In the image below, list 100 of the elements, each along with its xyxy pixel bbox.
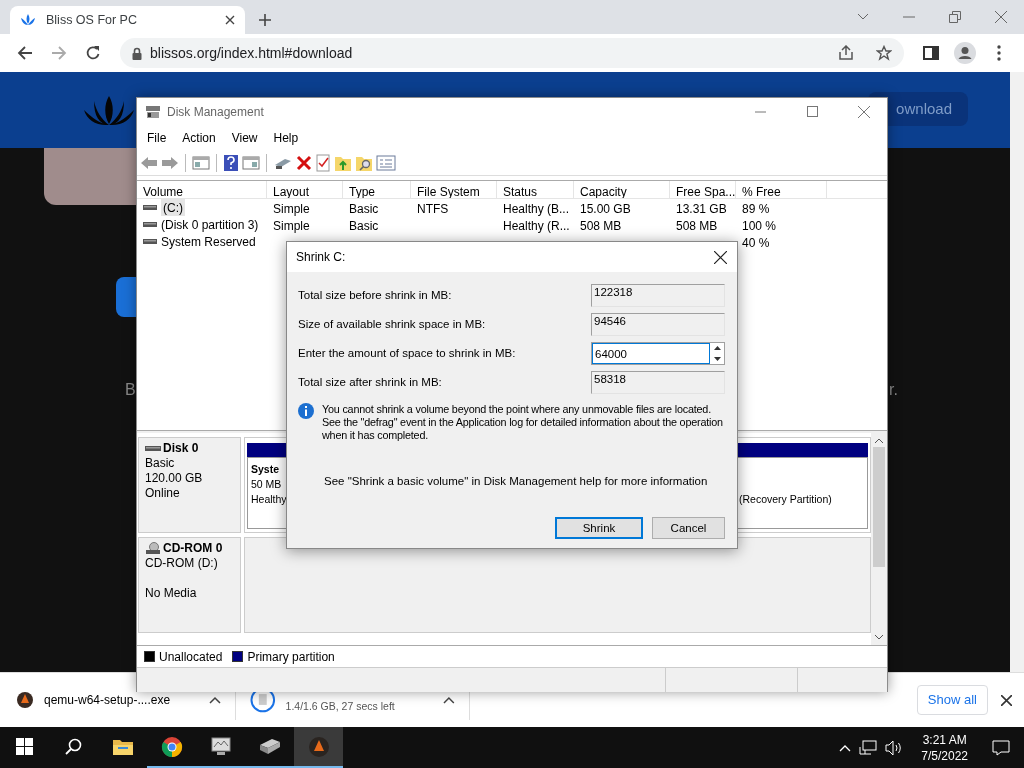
table-cell[interactable]: (C:) — [161, 199, 185, 216]
value-field: 94546 — [591, 313, 725, 336]
disk-label[interactable]: CD-ROM 0 CD-ROM (D:) No Media — [138, 537, 241, 633]
drive-icon — [257, 736, 282, 757]
menu-item[interactable]: Help — [265, 128, 307, 147]
restore-icon — [949, 11, 961, 23]
help-icon[interactable] — [223, 153, 239, 172]
table-cell: 89 % — [742, 202, 770, 216]
menu-item[interactable]: Action — [174, 128, 224, 147]
table-cell[interactable]: (Disk 0 partition 3) — [161, 216, 259, 233]
table-cell: 100 % — [742, 219, 777, 233]
scrollbar[interactable] — [1010, 72, 1024, 672]
network-icon[interactable] — [859, 739, 878, 756]
drive-icon — [143, 203, 157, 212]
show-all-button[interactable]: Show all — [916, 685, 988, 715]
maximize-icon — [806, 106, 818, 117]
lock-icon — [132, 46, 142, 60]
file-explorer-icon — [111, 737, 134, 756]
tab-title: Bliss OS For PC — [46, 11, 138, 29]
menu-item[interactable]: View — [223, 128, 266, 147]
scroll-down-icon[interactable] — [874, 633, 884, 641]
url-text: blissos.org/index.html#download — [150, 43, 354, 63]
column-header[interactable]: File System — [411, 181, 497, 198]
field-label: Total size after shrink in MB: — [298, 374, 443, 390]
plus-icon — [258, 13, 272, 27]
spin-down-icon[interactable] — [713, 356, 721, 361]
column-header[interactable]: Free Spa... — [670, 181, 736, 198]
number-field[interactable]: 64000 — [592, 343, 710, 364]
delete-icon[interactable] — [296, 154, 312, 171]
menu-icon — [997, 45, 1001, 61]
window-title: Disk Management — [167, 103, 265, 121]
back-arrow-icon[interactable] — [140, 154, 158, 171]
column-header[interactable]: Status — [497, 181, 574, 198]
legend-label: Primary partition — [247, 648, 335, 666]
share-icon[interactable] — [838, 45, 854, 61]
page-text: r. — [889, 380, 898, 400]
table-cell: Basic — [349, 219, 379, 233]
address-bar[interactable]: blissos.org/index.html#download — [120, 38, 904, 68]
caret-icon[interactable] — [443, 696, 455, 704]
action-button[interactable] — [116, 277, 136, 317]
profile-icon — [954, 42, 976, 64]
table-cell: Simple — [273, 219, 310, 233]
file-name[interactable]: qemu-w64-setup-....exe — [44, 691, 171, 709]
value-field: 58318 — [591, 371, 725, 394]
checklist-icon[interactable] — [315, 153, 331, 172]
back-icon — [17, 45, 33, 61]
page-text: B — [125, 380, 136, 400]
star-icon[interactable] — [876, 45, 892, 61]
disk-name: Disk 0 — [163, 441, 199, 456]
volume-icon[interactable] — [885, 739, 904, 756]
menu-item[interactable]: File — [139, 128, 175, 147]
value-field: 122318 — [591, 284, 725, 307]
lotus-icon — [20, 14, 36, 26]
dialog-title: Shrink C: — [296, 249, 346, 266]
close-icon — [858, 105, 870, 118]
disk-label[interactable]: Disk 0 Basic 120.00 GB Online — [138, 437, 241, 533]
table-cell: 13.31 GB — [676, 202, 727, 216]
forward-arrow-icon[interactable] — [161, 154, 179, 171]
chevron-icon — [857, 13, 869, 21]
monitor-icon — [208, 736, 233, 757]
taskbar-button[interactable] — [294, 727, 343, 768]
browser-tab[interactable]: Bliss OS For PC — [10, 6, 245, 34]
help-text: See "Shrink a basic volume" in Disk Management help for more information — [324, 475, 708, 487]
scroll-up-icon[interactable] — [874, 437, 884, 445]
legend-label: Unallocated — [159, 648, 223, 666]
cd-drive-icon — [145, 541, 161, 556]
table-cell: 508 MB — [580, 219, 622, 233]
browser-icon — [160, 735, 183, 758]
caret-icon[interactable] — [209, 696, 221, 704]
column-header[interactable]: Capacity — [574, 181, 670, 198]
scrollbar-thumb[interactable] — [873, 447, 885, 567]
dialog-button[interactable]: Shrink — [555, 517, 643, 540]
column-header[interactable]: Volume — [137, 181, 267, 198]
clock[interactable]: 3:21 AM 7/5/2022 — [911, 731, 978, 764]
close-icon — [995, 11, 1007, 23]
minimize-icon — [903, 16, 915, 18]
dialog-button[interactable]: Cancel — [652, 517, 725, 540]
side-panel-icon — [923, 46, 939, 60]
scrollbar[interactable] — [871, 433, 887, 645]
forward-icon — [51, 45, 67, 61]
table-cell: Healthy (B... — [503, 202, 570, 216]
close-icon — [713, 250, 727, 264]
table-cell: Healthy (R... — [503, 219, 570, 233]
download-status: 1.4/1.6 GB, 27 secs left — [285, 699, 396, 715]
drive-icon — [143, 220, 157, 229]
info-text: You cannot shrink a volume beyond the point where any unmovable files are located. See the "defrag" event in the Application log for detailed information about the operation when it has completed. — [322, 403, 724, 442]
disk-management-icon — [145, 104, 161, 119]
disk-name: CD-ROM 0 — [163, 541, 223, 556]
app-icon — [16, 691, 34, 709]
disk-info: 120.00 GB — [145, 471, 203, 485]
notification-icon[interactable] — [992, 739, 1010, 756]
column-header[interactable]: % Free — [736, 181, 827, 198]
table-cell: 508 MB — [676, 219, 718, 233]
field-label: Enter the amount of space to shrink in MB: — [298, 345, 517, 361]
column-header[interactable]: Layout — [267, 181, 343, 198]
table-cell[interactable]: System Reserved — [161, 233, 256, 250]
table-cell: Simple — [273, 202, 310, 216]
spin-up-icon[interactable] — [713, 346, 721, 351]
column-header[interactable]: Type — [343, 181, 411, 198]
close-icon[interactable] — [225, 15, 235, 25]
